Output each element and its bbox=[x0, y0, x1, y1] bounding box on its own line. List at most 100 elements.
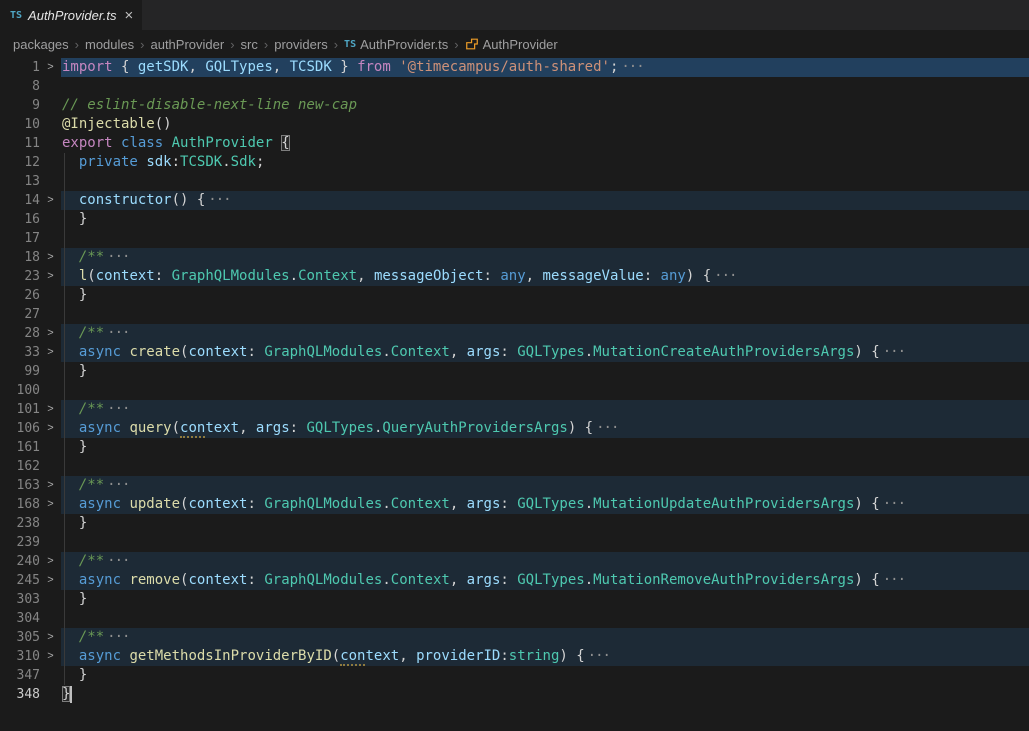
code-line[interactable]: 240> /**··· bbox=[0, 552, 1029, 571]
fold-chevron-icon[interactable]: > bbox=[40, 552, 61, 571]
code-content[interactable]: } bbox=[61, 514, 1029, 533]
code-line[interactable]: 305> /**··· bbox=[0, 628, 1029, 647]
fold-chevron-icon[interactable]: > bbox=[40, 343, 61, 362]
fold-chevron-icon[interactable]: > bbox=[40, 400, 61, 419]
code-content[interactable] bbox=[61, 381, 1029, 400]
code-line[interactable]: 23> l(context: GraphQLModules.Context, m… bbox=[0, 267, 1029, 286]
breadcrumb-item-packages[interactable]: packages bbox=[13, 37, 69, 52]
code-content[interactable]: async create(context: GraphQLModules.Con… bbox=[61, 343, 1029, 362]
code-content[interactable]: } bbox=[61, 666, 1029, 685]
code-line[interactable]: 8 bbox=[0, 77, 1029, 96]
fold-chevron-icon[interactable]: > bbox=[40, 248, 61, 267]
code-content[interactable]: async remove(context: GraphQLModules.Con… bbox=[61, 571, 1029, 590]
fold-ellipsis[interactable]: ··· bbox=[883, 572, 905, 588]
code-content[interactable] bbox=[61, 457, 1029, 476]
code-line[interactable]: 99 } bbox=[0, 362, 1029, 381]
code-line[interactable]: 11export class AuthProvider { bbox=[0, 134, 1029, 153]
code-line[interactable]: 168> async update(context: GraphQLModule… bbox=[0, 495, 1029, 514]
code-line[interactable]: 304 bbox=[0, 609, 1029, 628]
code-content[interactable]: constructor() {··· bbox=[61, 191, 1029, 210]
code-line[interactable]: 348} bbox=[0, 685, 1029, 704]
fold-chevron-icon[interactable]: > bbox=[40, 571, 61, 590]
code-content[interactable]: /**··· bbox=[61, 248, 1029, 267]
code-line[interactable]: 12 private sdk:TCSDK.Sdk; bbox=[0, 153, 1029, 172]
code-content[interactable] bbox=[61, 77, 1029, 96]
fold-ellipsis[interactable]: ··· bbox=[107, 249, 129, 265]
breadcrumb-item-src[interactable]: src bbox=[241, 37, 258, 52]
breadcrumb-item-symbol[interactable]: AuthProvider bbox=[465, 37, 558, 52]
code-content[interactable]: } bbox=[61, 590, 1029, 609]
tab-authprovider[interactable]: TS AuthProvider.ts × bbox=[0, 0, 142, 30]
code-content[interactable]: @Injectable() bbox=[61, 115, 1029, 134]
code-content[interactable] bbox=[61, 305, 1029, 324]
code-content[interactable]: } bbox=[61, 286, 1029, 305]
code-line[interactable]: 1>import { getSDK, GQLTypes, TCSDK } fro… bbox=[0, 58, 1029, 77]
code-line[interactable]: 16 } bbox=[0, 210, 1029, 229]
code-line[interactable]: 101> /**··· bbox=[0, 400, 1029, 419]
fold-chevron-icon[interactable]: > bbox=[40, 476, 61, 495]
fold-chevron-icon[interactable]: > bbox=[40, 191, 61, 210]
code-line[interactable]: 17 bbox=[0, 229, 1029, 248]
breadcrumb-item-file[interactable]: TS AuthProvider.ts bbox=[344, 37, 448, 52]
code-line[interactable]: 239 bbox=[0, 533, 1029, 552]
code-line[interactable]: 238 } bbox=[0, 514, 1029, 533]
fold-ellipsis[interactable]: ··· bbox=[208, 192, 230, 208]
fold-chevron-icon[interactable]: > bbox=[40, 647, 61, 666]
code-line[interactable]: 347 } bbox=[0, 666, 1029, 685]
breadcrumb-item-modules[interactable]: modules bbox=[85, 37, 134, 52]
code-content[interactable]: export class AuthProvider { bbox=[61, 134, 1029, 153]
code-line[interactable]: 106> async query(context, args: GQLTypes… bbox=[0, 419, 1029, 438]
code-line[interactable]: 9// eslint-disable-next-line new-cap bbox=[0, 96, 1029, 115]
fold-ellipsis[interactable]: ··· bbox=[107, 477, 129, 493]
fold-chevron-icon[interactable]: > bbox=[40, 495, 61, 514]
fold-chevron-icon[interactable]: > bbox=[40, 628, 61, 647]
code-content[interactable] bbox=[61, 609, 1029, 628]
code-line[interactable]: 27 bbox=[0, 305, 1029, 324]
code-line[interactable]: 10@Injectable() bbox=[0, 115, 1029, 134]
code-content[interactable]: private sdk:TCSDK.Sdk; bbox=[61, 153, 1029, 172]
fold-ellipsis[interactable]: ··· bbox=[107, 629, 129, 645]
close-icon[interactable]: × bbox=[122, 8, 135, 23]
code-line[interactable]: 18> /**··· bbox=[0, 248, 1029, 267]
fold-ellipsis[interactable]: ··· bbox=[596, 420, 618, 436]
code-content[interactable]: async query(context, args: GQLTypes.Quer… bbox=[61, 419, 1029, 438]
code-line[interactable]: 163> /**··· bbox=[0, 476, 1029, 495]
fold-ellipsis[interactable]: ··· bbox=[588, 648, 610, 664]
code-content[interactable]: l(context: GraphQLModules.Context, messa… bbox=[61, 267, 1029, 286]
code-content[interactable]: // eslint-disable-next-line new-cap bbox=[61, 96, 1029, 115]
code-line[interactable]: 310> async getMethodsInProviderByID(cont… bbox=[0, 647, 1029, 666]
code-content[interactable]: /**··· bbox=[61, 324, 1029, 343]
code-content[interactable]: } bbox=[61, 210, 1029, 229]
code-content[interactable]: } bbox=[61, 438, 1029, 457]
fold-ellipsis[interactable]: ··· bbox=[107, 325, 129, 341]
code-line[interactable]: 28> /**··· bbox=[0, 324, 1029, 343]
code-content[interactable]: /**··· bbox=[61, 400, 1029, 419]
fold-chevron-icon[interactable]: > bbox=[40, 324, 61, 343]
fold-chevron-icon[interactable]: > bbox=[40, 267, 61, 286]
fold-chevron-icon[interactable]: > bbox=[40, 419, 61, 438]
fold-ellipsis[interactable]: ··· bbox=[714, 268, 736, 284]
code-editor[interactable]: 1>import { getSDK, GQLTypes, TCSDK } fro… bbox=[0, 58, 1029, 704]
fold-ellipsis[interactable]: ··· bbox=[107, 401, 129, 417]
code-line[interactable]: 162 bbox=[0, 457, 1029, 476]
code-line[interactable]: 161 } bbox=[0, 438, 1029, 457]
fold-ellipsis[interactable]: ··· bbox=[883, 344, 905, 360]
code-line[interactable]: 26 } bbox=[0, 286, 1029, 305]
code-content[interactable]: async update(context: GraphQLModules.Con… bbox=[61, 495, 1029, 514]
code-content[interactable] bbox=[61, 533, 1029, 552]
fold-chevron-icon[interactable]: > bbox=[40, 58, 61, 77]
code-content[interactable]: } bbox=[61, 362, 1029, 381]
code-content[interactable]: async getMethodsInProviderByID(context, … bbox=[61, 647, 1029, 666]
breadcrumb-item-authprovider[interactable]: authProvider bbox=[150, 37, 224, 52]
code-content[interactable]: } bbox=[61, 685, 1029, 704]
code-content[interactable]: /**··· bbox=[61, 476, 1029, 495]
code-line[interactable]: 14> constructor() {··· bbox=[0, 191, 1029, 210]
code-content[interactable]: import { getSDK, GQLTypes, TCSDK } from … bbox=[61, 58, 1029, 77]
code-content[interactable] bbox=[61, 172, 1029, 191]
code-line[interactable]: 245> async remove(context: GraphQLModule… bbox=[0, 571, 1029, 590]
code-line[interactable]: 303 } bbox=[0, 590, 1029, 609]
code-content[interactable] bbox=[61, 229, 1029, 248]
fold-ellipsis[interactable]: ··· bbox=[107, 553, 129, 569]
code-content[interactable]: /**··· bbox=[61, 552, 1029, 571]
fold-ellipsis[interactable]: ··· bbox=[621, 59, 643, 75]
